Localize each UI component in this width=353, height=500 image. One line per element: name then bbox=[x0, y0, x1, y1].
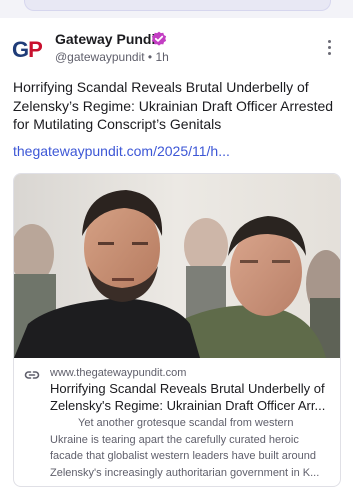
post-link[interactable]: thegatewaypundit.com/2025/11/h... bbox=[13, 143, 230, 159]
card-description: Yet another grotesque scandal from weste… bbox=[50, 415, 332, 481]
top-bar-pill bbox=[24, 0, 331, 11]
author-name[interactable]: Gateway Pundit bbox=[55, 31, 160, 47]
more-vertical-icon[interactable] bbox=[322, 40, 336, 58]
logo-letter-g: G bbox=[12, 37, 29, 62]
card-title-line-2: Zelensky's Regime: Ukrainian Draft Offic… bbox=[50, 398, 326, 413]
author-handle[interactable]: @gatewaypundit bbox=[55, 50, 145, 64]
card-title-line-1: Horrifying Scandal Reveals Brutal Underb… bbox=[50, 381, 325, 396]
card-description-line-4: Zelensky's increasingly authoritarian go… bbox=[50, 466, 320, 479]
link-preview-card[interactable]: www.thegatewaypundit.com Horrifying Scan… bbox=[13, 173, 341, 487]
card-description-line-1: Yet another grotesque scandal from weste… bbox=[78, 417, 294, 429]
top-bar bbox=[0, 0, 353, 18]
verified-check-icon bbox=[151, 31, 167, 47]
meta-separator: • bbox=[147, 50, 153, 64]
card-title: Horrifying Scandal Reveals Brutal Underb… bbox=[50, 380, 332, 414]
author-avatar-logo[interactable]: GP bbox=[12, 36, 46, 64]
card-domain: www.thegatewaypundit.com bbox=[50, 367, 187, 379]
author-meta: @gatewaypundit • 1h bbox=[55, 50, 169, 64]
link-icon bbox=[24, 368, 40, 380]
post-time: 1h bbox=[155, 50, 169, 64]
post-text: Horrifying Scandal Reveals Brutal Underb… bbox=[13, 79, 334, 132]
news-photo bbox=[14, 174, 340, 358]
logo-letter-p: P bbox=[28, 37, 43, 62]
card-description-line-3: facade that globalist western leaders ha… bbox=[50, 450, 317, 462]
card-description-line-2: Ukraine is tearing apart the carefully c… bbox=[50, 433, 299, 446]
